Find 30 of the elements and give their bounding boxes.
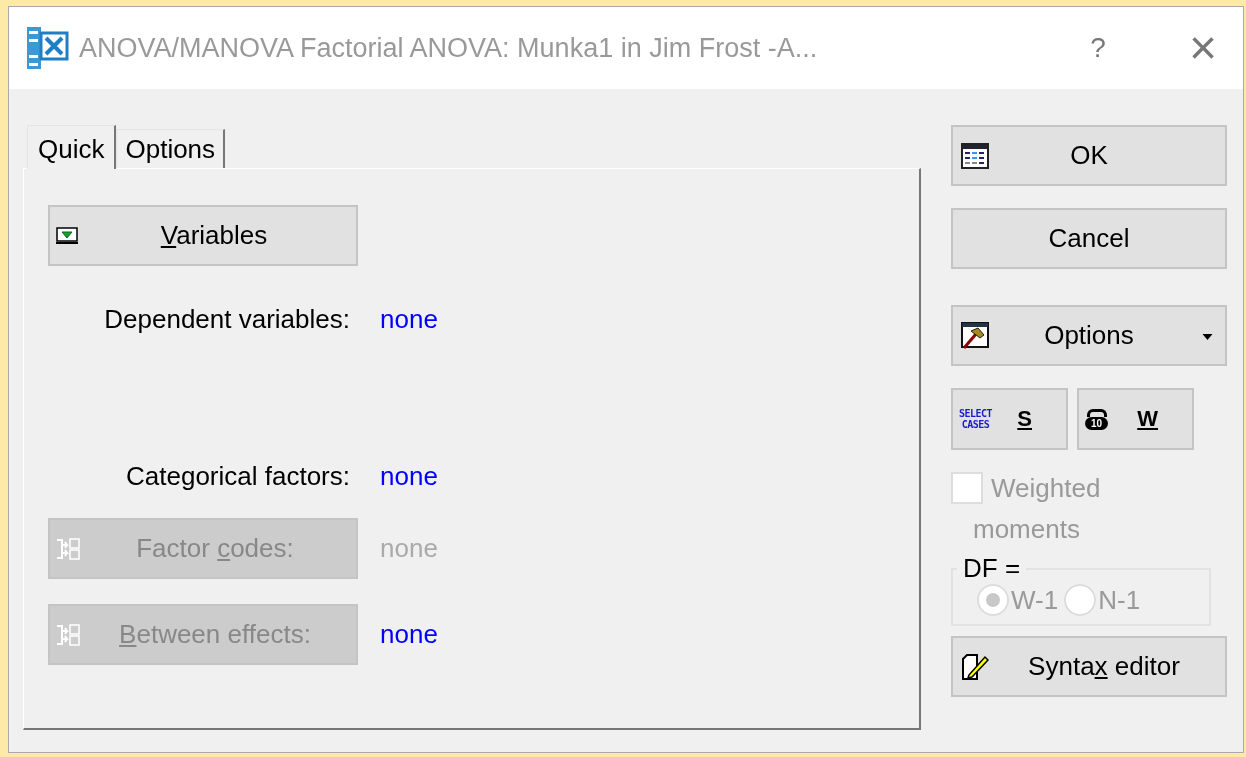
pencil-note-icon (961, 652, 989, 681)
help-button[interactable]: ? (1083, 32, 1113, 64)
field-label: Dependent variables: (103, 304, 350, 335)
cancel-button[interactable]: Cancel (951, 208, 1227, 269)
window-title: ANOVA/MANOVA Factorial ANOVA: Munka1 in Jim Frost -A... (79, 32, 819, 64)
weight-button[interactable]: 10 W (1077, 388, 1194, 450)
field-value: none (380, 304, 438, 335)
group-legend: DF = (957, 553, 1027, 584)
field-value: none (380, 619, 438, 650)
ok-button[interactable]: OK (951, 125, 1227, 186)
close-button[interactable]: × (1183, 24, 1223, 72)
tab[interactable]: Quick (27, 125, 117, 169)
checkbox-label: Weighted (991, 472, 1101, 504)
field-value: none (380, 461, 438, 492)
field-value: none (380, 533, 438, 564)
checkbox-label: moments (973, 514, 1080, 545)
caret-icon (1202, 334, 1213, 340)
variables-button[interactable]: Variables (48, 205, 358, 266)
field-label: Categorical factors: (125, 461, 350, 492)
select-cases-icon: SELECT CASES (959, 408, 993, 430)
monitor-icon (56, 226, 78, 245)
syntax-editor-button[interactable]: Syntax editor (951, 636, 1227, 697)
options-button[interactable]: Options (951, 305, 1227, 366)
arrow-grid-icon (56, 622, 80, 647)
table-icon (961, 142, 989, 169)
app-icon (25, 25, 71, 71)
select-cases-button[interactable]: SELECT CASES S (951, 388, 1068, 450)
hammer-icon (961, 321, 989, 350)
arrow-grid-icon (56, 536, 80, 561)
tab[interactable]: Options (116, 129, 226, 168)
